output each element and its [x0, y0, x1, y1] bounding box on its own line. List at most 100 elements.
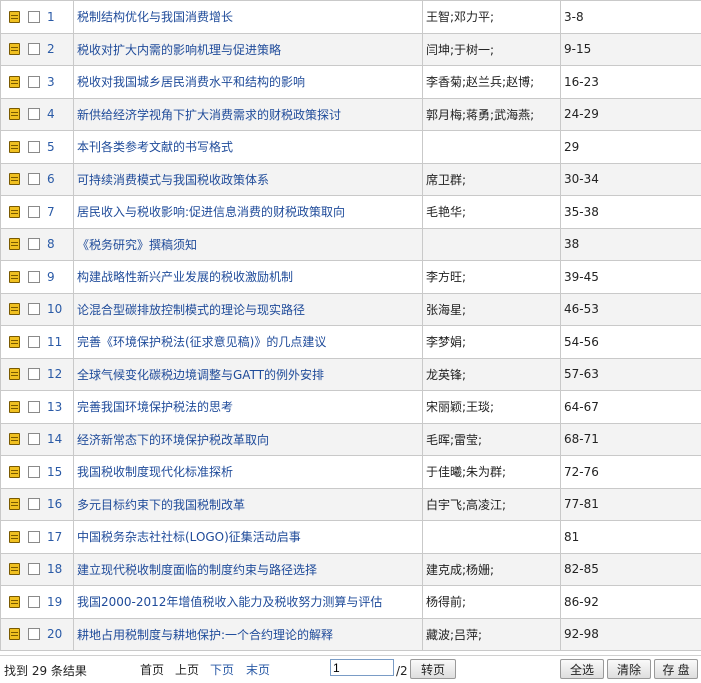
document-icon[interactable] [9, 563, 20, 575]
select-checkbox[interactable] [28, 596, 40, 608]
document-icon[interactable] [9, 336, 20, 348]
select-checkbox[interactable] [28, 173, 40, 185]
select-checkbox[interactable] [28, 141, 40, 153]
author-cell: 宋丽颖;王琰; [423, 391, 561, 424]
document-icon[interactable] [9, 238, 20, 250]
select-checkbox[interactable] [28, 563, 40, 575]
document-icon[interactable] [9, 401, 20, 413]
document-icon[interactable] [9, 466, 20, 478]
article-title-link[interactable]: 我国2000-2012年增值税收入能力及税收努力测算与评估 [77, 595, 382, 609]
row-lead-cell: 6 [1, 163, 74, 196]
select-checkbox[interactable] [28, 303, 40, 315]
row-number: 7 [47, 205, 55, 219]
document-icon[interactable] [9, 628, 20, 640]
pages-cell: 57-63 [561, 358, 701, 391]
pages-cell: 38 [561, 228, 701, 261]
title-cell: 《税务研究》撰稿须知 [74, 228, 423, 261]
row-number: 4 [47, 107, 55, 121]
select-all-button[interactable]: 全选 [560, 659, 604, 679]
pages-cell: 86-92 [561, 586, 701, 619]
select-checkbox[interactable] [28, 76, 40, 88]
select-checkbox[interactable] [28, 271, 40, 283]
select-checkbox[interactable] [28, 43, 40, 55]
page-number-input[interactable] [330, 659, 394, 676]
document-icon[interactable] [9, 141, 20, 153]
article-title-link[interactable]: 本刊各类参考文献的书写格式 [77, 140, 233, 154]
select-checkbox[interactable] [28, 108, 40, 120]
select-checkbox[interactable] [28, 498, 40, 510]
pages-cell: 68-71 [561, 423, 701, 456]
select-checkbox[interactable] [28, 401, 40, 413]
document-icon[interactable] [9, 206, 20, 218]
article-authors: 毛晖;雷莹; [426, 433, 482, 447]
document-icon[interactable] [9, 596, 20, 608]
article-title-link[interactable]: 税收对我国城乡居民消费水平和结构的影响 [77, 75, 305, 89]
select-checkbox[interactable] [28, 11, 40, 23]
article-title-link[interactable]: 中国税务杂志社社标(LOGO)征集活动启事 [77, 530, 301, 544]
pages-cell: 24-29 [561, 98, 701, 131]
select-checkbox[interactable] [28, 628, 40, 640]
article-title-link[interactable]: 可持续消费模式与我国税收政策体系 [77, 173, 269, 187]
save-button[interactable]: 存 盘 [654, 659, 698, 679]
document-icon[interactable] [9, 498, 20, 510]
document-icon[interactable] [9, 173, 20, 185]
article-title-link[interactable]: 经济新常态下的环境保护税改革取向 [77, 433, 269, 447]
article-title-link[interactable]: 建立现代税收制度面临的制度约束与路径选择 [77, 563, 317, 577]
article-title-link[interactable]: 税收对扩大内需的影响机理与促进策略 [77, 43, 281, 57]
prev-page-link[interactable]: 上页 [175, 661, 199, 678]
article-authors: 席卫群; [426, 173, 466, 187]
select-checkbox[interactable] [28, 368, 40, 380]
document-icon[interactable] [9, 368, 20, 380]
select-checkbox[interactable] [28, 238, 40, 250]
first-page-link[interactable]: 首页 [140, 661, 164, 678]
document-icon[interactable] [9, 531, 20, 543]
article-title-link[interactable]: 我国税收制度现代化标准探析 [77, 465, 233, 479]
document-icon[interactable] [9, 303, 20, 315]
article-title-link[interactable]: 《税务研究》撰稿须知 [77, 238, 197, 252]
author-cell: 龙英锋; [423, 358, 561, 391]
article-title-link[interactable]: 全球气候变化碳税边境调整与GATT的例外安排 [77, 368, 324, 382]
title-cell: 新供给经济学视角下扩大消费需求的财税政策探讨 [74, 98, 423, 131]
title-cell: 完善我国环境保护税法的思考 [74, 391, 423, 424]
title-cell: 本刊各类参考文献的书写格式 [74, 131, 423, 164]
article-pages: 38 [564, 237, 579, 251]
article-authors: 张海星; [426, 303, 466, 317]
article-title-link[interactable]: 新供给经济学视角下扩大消费需求的财税政策探讨 [77, 108, 341, 122]
article-row: 6可持续消费模式与我国税收政策体系席卫群;30-34 [1, 163, 701, 196]
author-cell: 于佳曦;朱为群; [423, 456, 561, 489]
row-number: 11 [47, 335, 62, 349]
select-checkbox[interactable] [28, 336, 40, 348]
select-checkbox[interactable] [28, 206, 40, 218]
article-title-link[interactable]: 完善《环境保护税法(征求意见稿)》的几点建议 [77, 335, 326, 349]
result-count: 找到 29 条结果 [4, 662, 87, 679]
document-icon[interactable] [9, 76, 20, 88]
next-page-link[interactable]: 下页 [210, 661, 234, 678]
document-icon[interactable] [9, 108, 20, 120]
last-page-link[interactable]: 末页 [246, 661, 270, 678]
article-title-link[interactable]: 耕地占用税制度与耕地保护:一个合约理论的解释 [77, 628, 333, 642]
pagination-footer: 找到 29 条结果 首页 上页 下页 末页 /2 转页 全选 清除 存 盘 [0, 655, 701, 683]
document-icon[interactable] [9, 11, 20, 23]
row-number: 1 [47, 10, 55, 24]
article-title-link[interactable]: 税制结构优化与我国消费增长 [77, 10, 233, 24]
author-cell: 李香菊;赵兰兵;赵博; [423, 66, 561, 99]
document-icon[interactable] [9, 433, 20, 445]
article-title-link[interactable]: 构建战略性新兴产业发展的税收激励机制 [77, 270, 293, 284]
select-checkbox[interactable] [28, 531, 40, 543]
article-title-link[interactable]: 完善我国环境保护税法的思考 [77, 400, 233, 414]
article-pages: 81 [564, 530, 579, 544]
author-cell: 白宇飞;高凌江; [423, 488, 561, 521]
row-number: 12 [47, 367, 62, 381]
article-title-link[interactable]: 居民收入与税收影响:促进信息消费的财税政策取向 [77, 205, 345, 219]
article-title-link[interactable]: 论混合型碳排放控制模式的理论与现实路径 [77, 303, 305, 317]
pages-cell: 35-38 [561, 196, 701, 229]
select-checkbox[interactable] [28, 433, 40, 445]
document-icon[interactable] [9, 271, 20, 283]
row-number: 8 [47, 237, 55, 251]
article-authors: 王智;邓力平; [426, 10, 494, 24]
article-title-link[interactable]: 多元目标约束下的我国税制改革 [77, 498, 245, 512]
clear-button[interactable]: 清除 [607, 659, 651, 679]
document-icon[interactable] [9, 43, 20, 55]
goto-page-button[interactable]: 转页 [410, 659, 456, 679]
select-checkbox[interactable] [28, 466, 40, 478]
